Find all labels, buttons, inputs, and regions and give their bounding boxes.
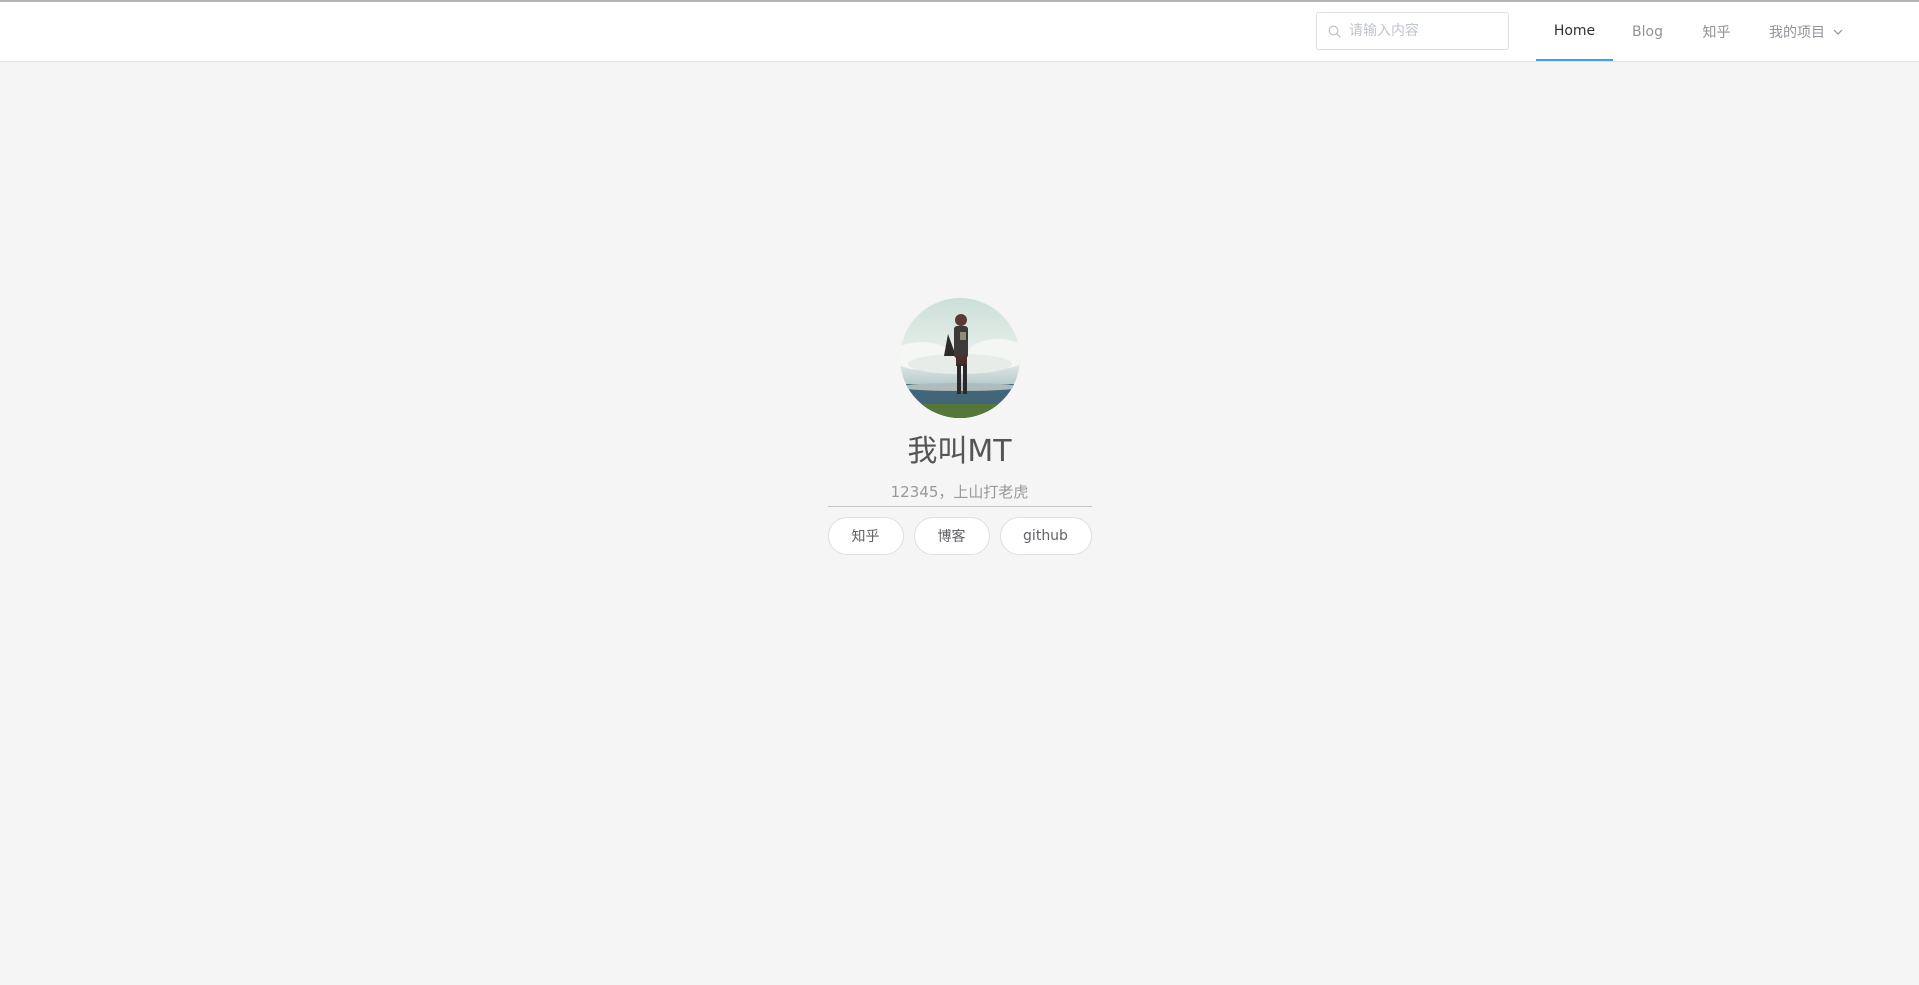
nav-item-blog[interactable]: Blog bbox=[1613, 2, 1682, 61]
avatar bbox=[899, 298, 1020, 418]
blog-button[interactable]: 博客 bbox=[913, 517, 990, 555]
search-icon bbox=[1327, 24, 1341, 38]
profile-motto: 12345，上山打老虎 bbox=[827, 482, 1092, 507]
nav-item-my-projects-label: 我的项目 bbox=[1769, 24, 1825, 41]
zhihu-button[interactable]: 知乎 bbox=[827, 517, 904, 555]
nav-item-zhihu-label: 知乎 bbox=[1702, 24, 1731, 41]
nav-item-zhihu[interactable]: 知乎 bbox=[1682, 2, 1751, 61]
nav-item-home[interactable]: Home bbox=[1536, 2, 1613, 61]
nav-item-my-projects[interactable]: 我的项目 bbox=[1751, 2, 1861, 61]
profile-name: 我叫MT bbox=[907, 434, 1012, 469]
top-navbar: Home Blog 知乎 我的项目 bbox=[0, 2, 1919, 62]
search-input[interactable] bbox=[1349, 16, 1499, 46]
profile-card: 我叫MT 12345，上山打老虎 知乎 博客 github bbox=[0, 298, 1919, 555]
chevron-down-icon bbox=[1833, 29, 1843, 35]
social-links: 知乎 博客 github bbox=[827, 517, 1092, 555]
github-button[interactable]: github bbox=[999, 517, 1092, 555]
nav-item-home-label: Home bbox=[1553, 22, 1596, 39]
nav-menu: Home Blog 知乎 我的项目 bbox=[1536, 2, 1861, 61]
nav-item-blog-label: Blog bbox=[1632, 23, 1663, 40]
search-box[interactable] bbox=[1316, 12, 1509, 50]
